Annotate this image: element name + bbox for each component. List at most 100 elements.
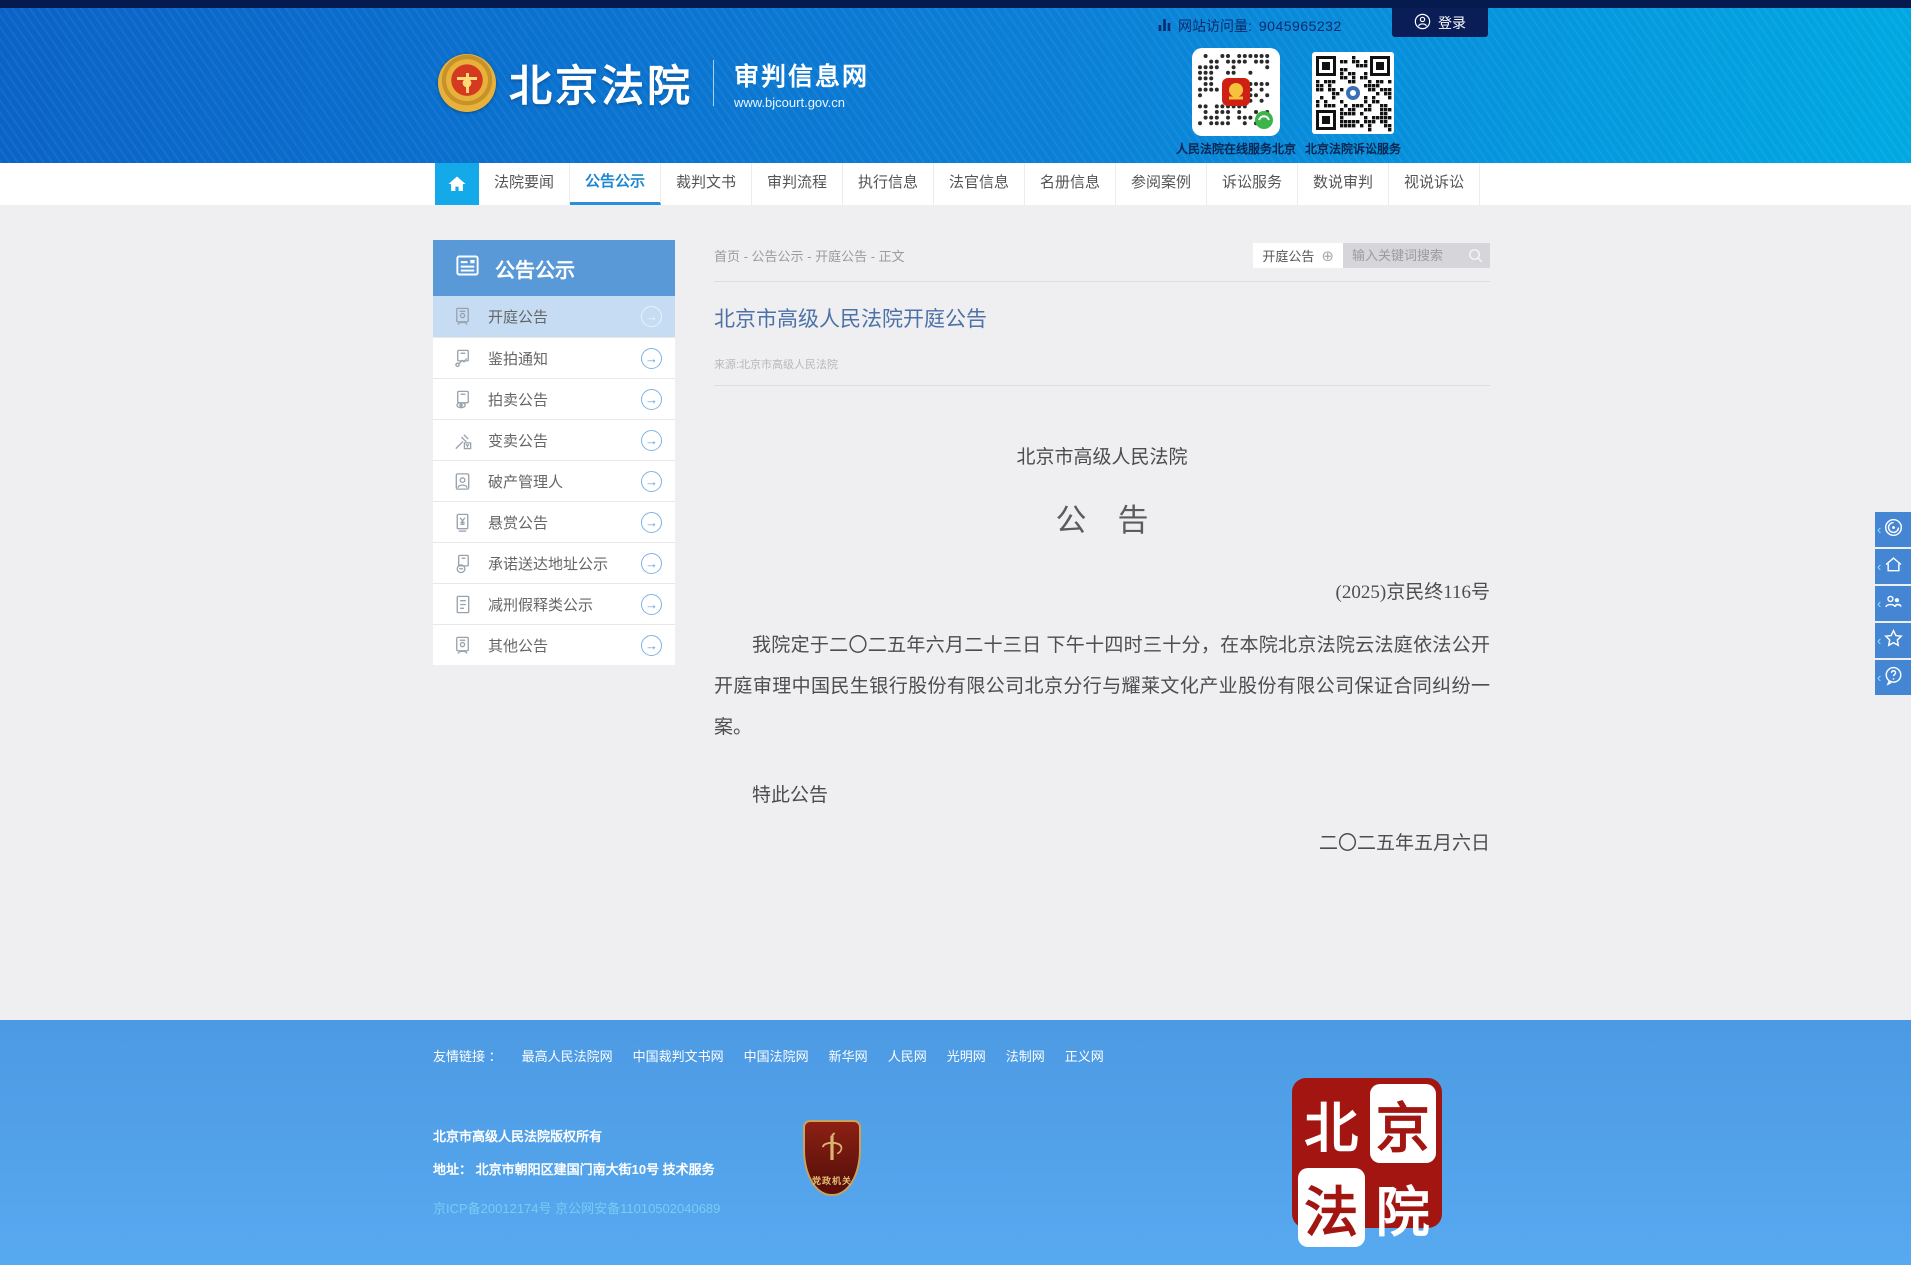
gavel-flag-icon xyxy=(451,429,473,451)
arrow-circle-icon: → xyxy=(641,594,662,615)
star-button[interactable] xyxy=(1875,623,1911,658)
article-source: 来源:北京市高级人民法院 xyxy=(714,356,1490,372)
arrow-circle-icon: → xyxy=(641,512,662,533)
doc-lines-icon xyxy=(451,593,473,615)
person-doc-icon xyxy=(451,306,473,328)
nav-tab[interactable]: 参阅案例 xyxy=(1116,163,1207,205)
doc-body: 我院定于二〇二五年六月二十三日 下午十四时三十分，在本院北京法院云法庭依法公开开… xyxy=(714,625,1490,748)
nav-tab[interactable]: 数说审判 xyxy=(1298,163,1389,205)
friend-links-label: 友情链接 ： xyxy=(433,1046,502,1065)
sidebar-item-label: 破产管理人 xyxy=(488,471,563,492)
doc-case-number: (2025)京民终116号 xyxy=(714,577,1490,604)
nav-tab[interactable]: 视说诉讼 xyxy=(1389,163,1480,205)
search-icon[interactable] xyxy=(1467,247,1484,269)
sidebar: 公告公示 开庭公告→鉴拍通知→拍卖公告→变卖公告→破产管理人→悬赏公告→承诺送达… xyxy=(433,240,675,665)
sidebar-item-label: 减刑假释类公示 xyxy=(488,594,593,615)
star-icon xyxy=(1883,628,1904,654)
search-category-value: 开庭公告 xyxy=(1262,246,1314,265)
home-button[interactable] xyxy=(1875,549,1911,584)
sidebar-item[interactable]: 其他公告→ xyxy=(433,624,675,665)
eye-doc-icon xyxy=(451,388,473,410)
seal-char: 院 xyxy=(1370,1168,1437,1247)
gov-badge-icon: 党政机关 xyxy=(803,1120,861,1196)
doc-court-name: 北京市高级人民法院 xyxy=(714,442,1490,469)
nav-tab[interactable]: 裁判文书 xyxy=(661,163,752,205)
court-emblem-icon xyxy=(438,54,496,112)
sidebar-item[interactable]: 鉴拍通知 → xyxy=(433,337,675,378)
clock-doc-icon xyxy=(451,552,473,574)
logo-divider xyxy=(713,60,714,106)
friend-link[interactable]: 中国法院网 xyxy=(744,1046,809,1065)
sidebar-item-label: 变卖公告 xyxy=(488,430,548,451)
floating-toolbar xyxy=(1875,512,1911,695)
search-category-select[interactable]: 开庭公告 ⊕ xyxy=(1253,243,1343,268)
sidebar-item-label: 开庭公告 xyxy=(488,306,548,327)
sidebar-item-label: 承诺送达地址公示 xyxy=(488,553,608,574)
login-label: 登录 xyxy=(1438,13,1466,33)
hotline-button[interactable] xyxy=(1875,512,1911,547)
sidebar-item[interactable]: 悬赏公告→ xyxy=(433,501,675,542)
friend-link[interactable]: 法制网 xyxy=(1006,1046,1045,1065)
friend-link[interactable]: 正义网 xyxy=(1065,1046,1104,1065)
search-bar: 开庭公告 ⊕ xyxy=(1253,243,1490,268)
address-text: 地址： 北京市朝阳区建国门南大街10号 技术服务 xyxy=(433,1159,715,1178)
gov-badge-label: 党政机关 xyxy=(812,1174,852,1187)
seal-char: 京 xyxy=(1370,1084,1437,1163)
main-content: 首页 - 公告公示 - 开庭公告 - 正文 开庭公告 ⊕ 北京市高级人民法院开庭… xyxy=(714,243,1490,855)
nav-tab[interactable]: 执行信息 xyxy=(843,163,934,205)
seal-char: 北 xyxy=(1298,1084,1365,1163)
nav-tab[interactable]: 名册信息 xyxy=(1025,163,1116,205)
site-url: www.bjcourt.gov.cn xyxy=(734,95,869,110)
friend-link[interactable]: 人民网 xyxy=(888,1046,927,1065)
person-badge-icon xyxy=(451,470,473,492)
sidebar-item[interactable]: 承诺送达地址公示 → xyxy=(433,542,675,583)
article-title: 北京市高级人民法院开庭公告 xyxy=(714,303,1490,333)
visit-counter: 网站访问量: 9045965232 xyxy=(1158,14,1342,38)
doc-date: 二〇二五年五月六日 xyxy=(714,828,1490,855)
visits-value: 9045965232 xyxy=(1259,18,1342,34)
user-icon xyxy=(1414,13,1431,33)
users-icon xyxy=(1883,591,1904,617)
arrow-circle-icon: → xyxy=(641,389,662,410)
arrow-circle-icon: → xyxy=(641,348,662,369)
qr-label-litigation-service: 北京法院诉讼服务 xyxy=(1305,140,1401,157)
login-button[interactable]: 登录 xyxy=(1392,8,1488,37)
seal-char: 法 xyxy=(1298,1168,1365,1247)
footer: 友情链接 ： 最高人民法院网 中国裁判文书网 中国法院网 新华网 人民网 光明网 法制网 正义… xyxy=(0,1020,1911,1265)
main-nav: 法院要闻公告公示裁判文书审判流程执行信息法官信息名册信息参阅案例诉讼服务数说审判… xyxy=(0,163,1911,205)
users-button[interactable] xyxy=(1875,586,1911,621)
nav-tab[interactable]: 诉讼服务 xyxy=(1207,163,1298,205)
nav-tab[interactable]: 审判流程 xyxy=(752,163,843,205)
top-strip xyxy=(0,0,1911,8)
sidebar-item[interactable]: 拍卖公告 → xyxy=(433,378,675,419)
sidebar-item-label: 拍卖公告 xyxy=(488,389,548,410)
sidebar-item[interactable]: 破产管理人 → xyxy=(433,460,675,501)
logo[interactable]: 北京法院 审判信息网 www.bjcourt.gov.cn xyxy=(438,52,869,114)
sidebar-item-label: 鉴拍通知 xyxy=(488,348,548,369)
home-icon xyxy=(1883,554,1904,580)
site-subtitle: 审判信息网 xyxy=(734,57,869,93)
nav-tab[interactable]: 法院要闻 xyxy=(479,163,570,205)
page: 网站访问量: 9045965232 登录 北京法院 审判信息网 www.bjco… xyxy=(0,0,1911,1265)
sidebar-item[interactable]: 减刑假释类公示 → xyxy=(433,583,675,624)
arrow-circle-icon: → xyxy=(641,553,662,574)
sidebar-item[interactable]: 变卖公告→ xyxy=(433,419,675,460)
yen-doc-icon xyxy=(451,511,473,533)
site-header: 网站访问量: 9045965232 登录 北京法院 审判信息网 www.bjco… xyxy=(0,8,1911,163)
friend-link[interactable]: 中国裁判文书网 xyxy=(633,1046,724,1065)
bar-chart-icon xyxy=(1158,17,1171,35)
home-tab[interactable] xyxy=(435,163,479,205)
friend-link[interactable]: 新华网 xyxy=(829,1046,868,1065)
hotline-icon xyxy=(1883,517,1904,543)
sidebar-item[interactable]: 开庭公告→ xyxy=(433,296,675,337)
sidebar-header: 公告公示 xyxy=(433,240,675,296)
arrow-circle-icon: → xyxy=(641,471,662,492)
doc-title: 公 告 xyxy=(714,495,1490,540)
nav-tab[interactable]: 公告公示 xyxy=(570,163,661,205)
expand-icon: ⊕ xyxy=(1321,247,1334,265)
help-button[interactable] xyxy=(1875,660,1911,695)
announcement-document: 北京市高级人民法院 公 告 (2025)京民终116号 我院定于二〇二五年六月二… xyxy=(714,442,1490,855)
friend-link[interactable]: 最高人民法院网 xyxy=(522,1046,613,1065)
nav-tab[interactable]: 法官信息 xyxy=(934,163,1025,205)
friend-link[interactable]: 光明网 xyxy=(947,1046,986,1065)
